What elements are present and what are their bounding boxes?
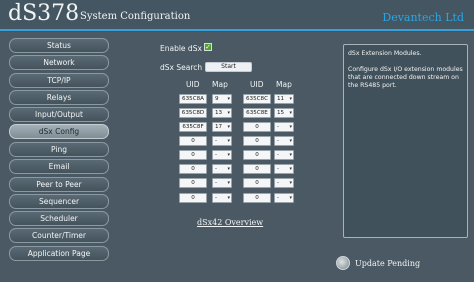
uid-field-right-4[interactable]: 0 [243, 136, 271, 146]
map-select-right-2[interactable]: 15 ▾ [274, 108, 294, 118]
map-select-value: 11 [277, 96, 285, 102]
map-select-value: - [277, 166, 280, 172]
map-select-value: - [277, 195, 280, 201]
chevron-down-icon: ▾ [289, 138, 292, 144]
chevron-down-icon: ▾ [227, 180, 230, 186]
uid-field-right-5[interactable]: 0 [243, 150, 271, 160]
map-select-value: 9 [215, 96, 219, 102]
sidebar-item-email[interactable]: Email [9, 159, 109, 174]
chevron-down-icon: ▾ [227, 195, 230, 201]
chevron-down-icon: ▾ [227, 96, 230, 102]
sidebar-item-peer-to-peer[interactable]: Peer to Peer [9, 177, 109, 192]
header: dS378 System Configuration Devantech Ltd [0, 0, 474, 32]
brand-name: Devantech Ltd [382, 11, 464, 24]
chevron-down-icon: ▾ [289, 110, 292, 116]
sidebar-item-status[interactable]: Status [9, 38, 109, 53]
map-select-left-5[interactable]: - ▾ [212, 150, 232, 160]
map-select-left-6[interactable]: - ▾ [212, 164, 232, 174]
start-search-button[interactable]: Start [205, 62, 252, 72]
sidebar-item-counter-timer[interactable]: Counter/Timer [9, 228, 109, 243]
map-select-value: - [277, 180, 280, 186]
help-title: dSx Extension Modules. [348, 50, 422, 57]
chevron-down-icon: ▾ [227, 110, 230, 116]
sidebar-item-input-output[interactable]: Input/Output [9, 107, 109, 122]
map-select-left-8[interactable]: - ▾ [212, 193, 232, 203]
page-subtitle: System Configuration [80, 11, 191, 22]
chevron-down-icon: ▾ [227, 152, 230, 158]
chevron-down-icon: ▾ [289, 166, 292, 172]
map-select-right-4[interactable]: - ▾ [274, 136, 294, 146]
uid-field-left-8[interactable]: 0 [179, 193, 207, 203]
enable-dsx-checkbox[interactable]: ✓ [204, 43, 212, 51]
map-select-value: - [215, 152, 218, 158]
chevron-down-icon: ▾ [289, 180, 292, 186]
uid-field-left-2[interactable]: 635C8D [179, 108, 207, 118]
dsx42-overview-link[interactable]: dSx42 Overview [197, 218, 263, 227]
update-pending-indicator-icon [336, 256, 350, 270]
update-pending-label: Update Pending [355, 259, 421, 268]
map-select-right-7[interactable]: - ▾ [274, 178, 294, 188]
map-select-left-7[interactable]: - ▾ [212, 178, 232, 188]
map-select-value: - [277, 124, 280, 130]
chevron-down-icon: ▾ [227, 138, 230, 144]
map-column-header-right: Map [276, 80, 292, 89]
sidebar-item-dsx-config[interactable]: dSx Config [9, 124, 109, 139]
map-select-right-5[interactable]: - ▾ [274, 150, 294, 160]
uid-field-right-1[interactable]: 635C8C [243, 94, 271, 104]
uid-field-left-3[interactable]: 635C8F [179, 122, 207, 132]
sidebar-item-tcp-ip[interactable]: TCP/IP [9, 73, 109, 88]
map-select-left-1[interactable]: 9 ▾ [212, 94, 232, 104]
sidebar-item-application-page[interactable]: Application Page [9, 246, 109, 261]
map-select-left-2[interactable]: 13 ▾ [212, 108, 232, 118]
map-select-value: 17 [215, 124, 223, 130]
uid-field-right-3[interactable]: 0 [243, 122, 271, 132]
device-logo: dS378 [8, 1, 80, 26]
uid-field-right-2[interactable]: 635C8E [243, 108, 271, 118]
header-divider [0, 29, 474, 31]
uid-column-header-left: UID [186, 80, 200, 89]
uid-field-right-6[interactable]: 0 [243, 164, 271, 174]
enable-dsx-label: Enable dSx [160, 44, 202, 53]
check-icon: ✓ [205, 43, 211, 51]
map-select-value: - [277, 152, 280, 158]
help-body: Configure dSx I/O extension modules that… [348, 66, 463, 89]
chevron-down-icon: ▾ [227, 124, 230, 130]
uid-field-left-6[interactable]: 0 [179, 164, 207, 174]
uid-field-left-7[interactable]: 0 [179, 178, 207, 188]
sidebar-item-sequencer[interactable]: Sequencer [9, 194, 109, 209]
map-select-value: - [215, 195, 218, 201]
map-select-value: - [215, 180, 218, 186]
uid-field-right-8[interactable]: 0 [243, 193, 271, 203]
uid-column-header-right: UID [250, 80, 264, 89]
map-select-value: - [215, 166, 218, 172]
sidebar-item-scheduler[interactable]: Scheduler [9, 211, 109, 226]
map-select-right-8[interactable]: - ▾ [274, 193, 294, 203]
map-select-value: 15 [277, 110, 285, 116]
map-select-right-3[interactable]: - ▾ [274, 122, 294, 132]
app-window: dS378 System Configuration Devantech Ltd… [0, 0, 474, 282]
chevron-down-icon: ▾ [227, 166, 230, 172]
chevron-down-icon: ▾ [289, 96, 292, 102]
uid-field-left-1[interactable]: 635C8A [179, 94, 207, 104]
sidebar-item-relays[interactable]: Relays [9, 90, 109, 105]
chevron-down-icon: ▾ [289, 152, 292, 158]
uid-field-left-4[interactable]: 0 [179, 136, 207, 146]
chevron-down-icon: ▾ [289, 195, 292, 201]
map-select-value: 13 [215, 110, 223, 116]
map-select-left-3[interactable]: 17 ▾ [212, 122, 232, 132]
uid-field-left-5[interactable]: 0 [179, 150, 207, 160]
chevron-down-icon: ▾ [289, 124, 292, 130]
sidebar-item-ping[interactable]: Ping [9, 142, 109, 157]
map-select-right-1[interactable]: 11 ▾ [274, 94, 294, 104]
map-select-value: - [277, 138, 280, 144]
map-column-header-left: Map [212, 80, 228, 89]
map-select-left-4[interactable]: - ▾ [212, 136, 232, 146]
help-panel: dSx Extension Modules. Configure dSx I/O… [343, 44, 468, 238]
sidebar-item-network[interactable]: Network [9, 55, 109, 70]
map-select-value: - [215, 138, 218, 144]
uid-field-right-7[interactable]: 0 [243, 178, 271, 188]
dsx-search-label: dSx Search [160, 63, 203, 72]
map-select-right-6[interactable]: - ▾ [274, 164, 294, 174]
